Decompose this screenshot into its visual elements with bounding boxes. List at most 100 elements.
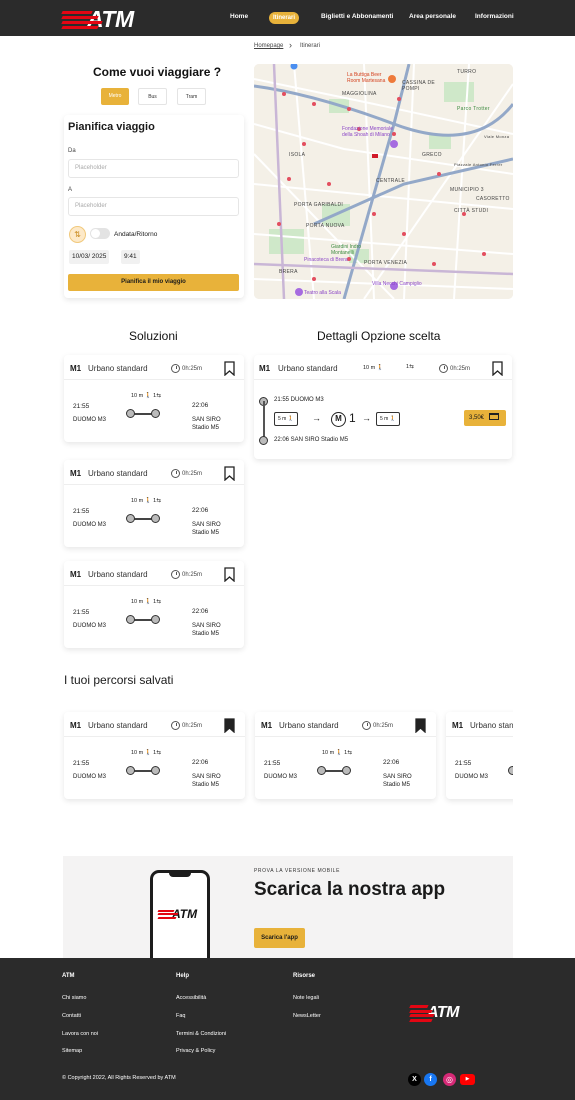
nav-biglietti[interactable]: Biglietti e Abbonamenti [321,13,393,20]
transfer-icon: ⇆ [156,599,161,605]
nav-home[interactable]: Home [230,13,248,20]
card-header: M1 Urbano standard 0h:25m [64,355,244,380]
bookmark-icon[interactable] [492,361,503,376]
map-poi-buttiga[interactable]: La Buttiga Beer Room Martesana [347,72,393,84]
arrival-stop: SAN SIRO Stadio M5 [192,522,221,536]
solution-card[interactable]: M1 Urbano standard 0h:25m 21:55 DUOMO M3 10 m… [64,355,244,442]
footer-link-newsletter[interactable]: NewsLetter [293,1013,321,1019]
bookmark-icon[interactable] [224,567,235,582]
card-header: M1 Urbano standard 0h:25m [255,712,436,737]
map-poi-pinacoteca[interactable]: Pinacoteca di Brera [304,257,348,263]
fare-type: Urbano standard [88,469,148,478]
card-header: M1 Urbano standard 0h:25m [64,712,245,737]
departure-stop: DUOMO M3 [264,774,297,780]
map-poi-montanelli[interactable]: Giardini Indro Montanelli [331,244,371,256]
swap-icon[interactable]: ⇅ [69,226,86,243]
instagram-icon[interactable]: ◎ [443,1073,456,1086]
download-app-button[interactable]: Scarica l'app [254,928,305,948]
time-picker[interactable]: 9:41 [121,250,140,264]
line-code: M1 [70,364,82,373]
banner-title: Scarica la nostra app [254,879,446,900]
map-label-turro: TURRO [457,69,477,75]
map-label-garibaldi: PORTA GARIBALDI [294,202,344,208]
top-navigation-bar: ATM Home Itinerari Biglietti e Abbonamen… [0,0,575,36]
footer-link-termini[interactable]: Termini & Condizioni [176,1031,226,1037]
facebook-icon[interactable]: f [424,1073,437,1086]
map-poi-villa-necchi[interactable]: Villa Necchi Campiglio [372,281,422,287]
clock-icon [439,364,448,373]
departure-time: 21:55 [73,403,90,410]
footer-atm-title: ATM [62,973,75,979]
footer-link-privacy[interactable]: Privacy & Policy [176,1048,215,1054]
departure-stop: DUOMO M3 [73,522,106,528]
map-label-maggiolina: MAGGIOLINA [342,91,377,97]
copyright-text: © Copyright 2022, All Rights Reserved by… [62,1075,176,1081]
selected-option-card: M1 Urbano standard 10 m 🚶 1⇆ 0h:25m 21:5… [254,355,512,459]
nav-informazioni[interactable]: Informazioni [475,13,514,20]
details-walk: 10 m 🚶 [363,365,384,371]
walk-icon: 🚶 [144,599,152,605]
details-departure: 21:55 DUOMO M3 [274,397,324,403]
fare-type: Urbano standard [279,721,339,730]
map-label-parco-trotter: Parco Trotter [457,106,490,112]
arrival-stop: SAN SIRO Stadio M5 [383,774,412,788]
mode-bus-button[interactable]: Bus [138,88,167,105]
nav-area-personale[interactable]: Area personale [409,13,456,20]
price-badge[interactable]: 3,50€ [464,410,506,426]
map-poi-scala[interactable]: Teatro alla Scala [304,290,341,296]
transfer-icon: ⇆ [347,750,352,756]
x-icon[interactable]: X [408,1073,421,1086]
saved-route-card[interactable]: M1 Urbano standard 21:55 DUOMO M3 [446,712,513,799]
to-input[interactable]: Placeholder [68,197,239,216]
bookmark-icon[interactable] [224,718,235,733]
route-map[interactable]: MAGGIOLINA TURRO CASSINA DE POMPI ISOLA … [254,64,513,299]
footer-link-note-legali[interactable]: Note legali [293,995,319,1001]
footer-link-faq[interactable]: Faq [176,1013,185,1019]
walk-before-step: 5 m 🚶 [274,412,298,426]
footer-atm-logo[interactable]: ATM [409,1004,459,1022]
map-label-porta-venezia: PORTA VENEZIA [364,260,408,266]
clock-icon [171,469,180,478]
route-line [263,401,265,441]
youtube-icon[interactable]: ▶ [460,1074,475,1085]
saved-route-card[interactable]: M1 Urbano standard 0h:25m 21:55 DUOMO M3 10 m… [64,712,245,799]
saved-route-card[interactable]: M1 Urbano standard 0h:25m 21:55 DUOMO M3 10 m… [255,712,436,799]
footer-risorse-title: Risorse [293,973,316,979]
bookmark-icon[interactable] [415,718,426,733]
card-header: M1 Urbano standard 0h:25m [64,460,244,485]
bookmark-icon[interactable] [224,466,235,481]
duration: 0h:25m [171,570,202,579]
mode-metro-button[interactable]: Metro [101,88,129,105]
date-picker[interactable]: 10/03/ 2025 [69,250,110,264]
solution-card[interactable]: M1 Urbano standard 0h:25m 21:55 DUOMO M3 10 m… [64,561,244,648]
footer-link-chi-siamo[interactable]: Chi siamo [62,995,86,1001]
nav-itinerari[interactable]: Itinerari [269,12,299,24]
walk-icon: 🚶 [144,750,152,756]
departure-time: 21:55 [73,760,90,767]
map-label-greco: GRECO [422,152,442,158]
footer-link-sitemap[interactable]: Sitemap [62,1048,82,1054]
map-poi-shoah[interactable]: Fondazione Memoriale della Shoah di Mila… [342,126,402,138]
footer-link-contatti[interactable]: Contatti [62,1013,81,1019]
line-code: M1 [70,469,82,478]
round-trip-label: Andata/Ritorno [114,231,158,238]
round-trip-toggle[interactable] [90,228,110,239]
from-input[interactable]: Placeholder [68,159,239,178]
map-label-citta-studi: CITTÀ STUDI [454,208,489,214]
clock-icon [362,721,371,730]
plan-trip-button[interactable]: Pianifica il mio viaggio [68,274,239,291]
metro-icon: M [331,412,346,427]
atm-logo[interactable]: ATM [61,6,134,33]
breadcrumb-home[interactable]: Homepage [254,43,283,49]
mode-tram-button[interactable]: Tram [177,88,206,105]
footer-link-accessibilita[interactable]: Accessibilità [176,995,206,1001]
footer-link-lavora[interactable]: Lavora con noi [62,1031,98,1037]
solution-card[interactable]: M1 Urbano standard 0h:25m 21:55 DUOMO M3 10 m… [64,460,244,547]
trip-planner-card: Pianifica viaggio Da Placeholder A Place… [64,115,244,298]
bookmark-icon[interactable] [224,361,235,376]
departure-stop: DUOMO M3 [455,774,488,780]
map-label-cassina: CASSINA DE POMPI [402,80,436,92]
arrival-stop: SAN SIRO Stadio M5 [192,623,221,637]
route-line [126,766,160,776]
transfer-icon: ⇆ [156,750,161,756]
